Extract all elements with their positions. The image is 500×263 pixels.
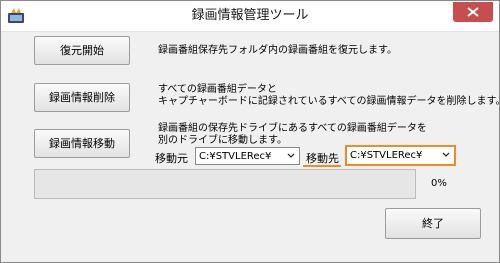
source-label: 移動元 bbox=[155, 152, 188, 165]
exit-label: 終了 bbox=[422, 217, 444, 230]
window-title: 録画情報管理ツール bbox=[191, 8, 309, 23]
restore-start-label: 復元開始 bbox=[60, 44, 104, 57]
move-info-label: 録画情報移動 bbox=[49, 137, 115, 150]
close-icon bbox=[467, 7, 479, 17]
exit-button[interactable]: 終了 bbox=[385, 208, 481, 239]
window-close-button[interactable] bbox=[453, 2, 493, 22]
restore-description: 録画番組保存先フォルダ内の録画番組を復元します。 bbox=[158, 45, 397, 56]
progress-bar bbox=[34, 169, 416, 199]
delete-info-label: 録画情報削除 bbox=[49, 91, 115, 104]
tool-window: 録画情報管理ツール 復元開始 録画番組保存先フォルダ内の録画番組を復元します。 … bbox=[0, 0, 500, 263]
delete-description-line1: すべての録画番組データと bbox=[158, 84, 277, 95]
destination-select[interactable]: C:¥STVLERec¥ bbox=[345, 145, 456, 166]
destination-label-underline bbox=[303, 165, 341, 167]
chevron-down-icon bbox=[442, 152, 450, 157]
title-bar: 録画情報管理ツール bbox=[1, 1, 499, 32]
delete-info-button[interactable]: 録画情報削除 bbox=[34, 83, 130, 112]
progress-percent: 0% bbox=[431, 178, 447, 189]
source-select[interactable]: C:¥STVLERec¥ bbox=[195, 147, 300, 165]
destination-label: 移動先 bbox=[306, 152, 339, 165]
move-description-line1: 録画番組の保存先ドライブにあるすべての録画番組データを bbox=[158, 123, 427, 134]
restore-start-button[interactable]: 復元開始 bbox=[34, 36, 130, 65]
move-info-button[interactable]: 録画情報移動 bbox=[34, 129, 130, 158]
delete-description-line2: キャプチャーボードに記録されているすべての録画情報データを削除します。 bbox=[158, 96, 500, 107]
chevron-down-icon bbox=[287, 153, 295, 158]
move-description-line2: 別のドライブに移動します。 bbox=[158, 135, 287, 146]
destination-select-value: C:¥STVLERec¥ bbox=[350, 150, 423, 161]
source-select-value: C:¥STVLERec¥ bbox=[199, 151, 272, 162]
